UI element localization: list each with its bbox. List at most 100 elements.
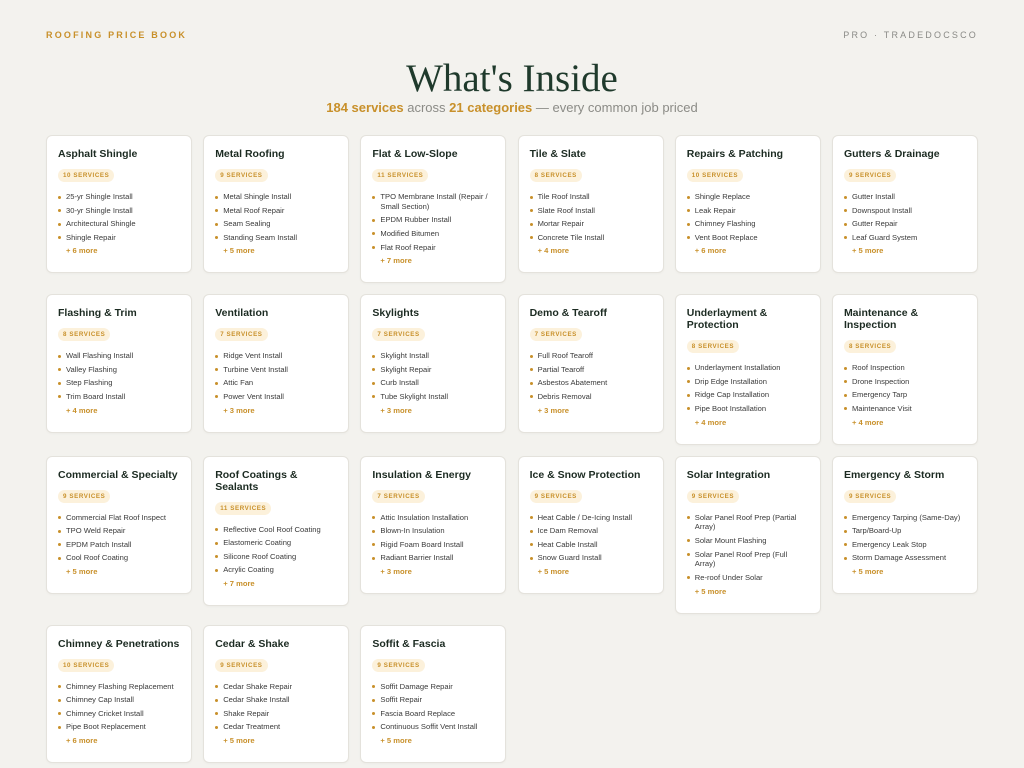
service-item: Emergency Tarping (Same-Day) <box>843 513 966 523</box>
service-item: Emergency Leak Stop <box>843 540 966 550</box>
service-item: Chimney Flashing Replacement <box>58 682 180 692</box>
service-item: Trim Board Install <box>58 392 180 402</box>
service-item: Silicone Roof Coating <box>215 552 337 562</box>
services-badge: 9 SERVICES <box>215 658 268 672</box>
service-list: Roof Inspection Drone Inspection Emergency… <box>843 363 966 414</box>
service-item: Pipe Boot Installation <box>686 404 809 414</box>
service-item: Power Vent Install <box>215 392 337 402</box>
service-item: Tube Skylight Install <box>372 392 494 402</box>
service-list: Soffit Damage Repair Soffit Repair Fascia … <box>372 682 494 733</box>
service-item: Cedar Shake Install <box>215 695 337 705</box>
services-badge: 9 SERVICES <box>58 489 111 503</box>
service-list: Metal Shingle Install Metal Roof Repair Se… <box>215 192 337 243</box>
category-card: Chimney & Penetrations 10 SERVICES Chimney… <box>46 624 192 763</box>
service-item: Solar Mount Flashing <box>686 536 809 546</box>
service-list: Ridge Vent Install Turbine Vent Install At… <box>215 351 337 402</box>
service-item: Heat Cable Install <box>529 540 652 550</box>
more-services-label: + 4 more <box>66 405 98 415</box>
category-title: Emergency & Storm <box>843 468 945 481</box>
service-item: Standing Seam Install <box>215 233 337 243</box>
service-item: Snow Guard Install <box>529 553 652 563</box>
category-card: Ice & Snow Protection 9 SERVICES Heat Cabl… <box>517 455 664 594</box>
service-list: Attic Insulation Installation Blown-In In… <box>372 513 494 564</box>
subtitle-tail: — every common job priced <box>535 100 698 115</box>
service-item: Shingle Replace <box>686 192 809 202</box>
more-services-label: + 4 more <box>537 246 570 256</box>
service-item: Full Roof Tearoff <box>529 351 652 361</box>
service-item: Leak Repair <box>686 206 809 216</box>
service-list: Solar Panel Roof Prep (Partial Array) Sol… <box>686 513 809 583</box>
brand-label: ROOFING PRICE BOOK <box>46 30 188 40</box>
service-item: Pipe Boot Replacement <box>58 722 180 732</box>
service-item: Gutter Install <box>843 192 966 202</box>
more-services-label: + 3 more <box>380 405 412 415</box>
service-list: TPO Membrane Install (Repair / Small Sec… <box>372 192 494 252</box>
service-item: Turbine Vent Install <box>215 365 337 375</box>
categories-count: 21 categories <box>449 100 533 115</box>
service-item: Vent Boot Replace <box>686 233 809 243</box>
service-item: Blown-In Insulation <box>372 526 494 536</box>
category-card: Commercial & Specialty 9 SERVICES Commerci… <box>46 455 192 594</box>
category-title: Ice & Snow Protection <box>529 468 641 481</box>
services-badge: 10 SERVICES <box>58 169 115 182</box>
service-item: Radiant Barrier Install <box>372 553 494 563</box>
category-card: Metal Roofing 9 SERVICES Metal Shingle Ins… <box>203 135 350 274</box>
service-item: Drip Edge Installation <box>686 377 809 387</box>
service-item: Slate Roof Install <box>529 206 652 216</box>
service-item: Cedar Treatment <box>215 722 337 732</box>
category-card: Repairs & Patching 10 SERVICES Shingle Rep… <box>674 135 821 274</box>
service-item: Asbestos Abatement <box>529 378 652 388</box>
service-item: Wall Flashing Install <box>58 351 180 361</box>
category-title: Chimney & Penetrations <box>58 637 180 650</box>
service-list: Tile Roof Install Slate Roof Install Morta… <box>529 192 652 243</box>
more-services-label: + 4 more <box>851 417 884 427</box>
service-item: 30-yr Shingle Install <box>58 206 180 216</box>
service-item: TPO Membrane Install (Repair / Small Sec… <box>372 192 494 212</box>
services-badge: 10 SERVICES <box>686 169 744 182</box>
more-services-label: + 5 more <box>694 586 727 596</box>
category-title: Metal Roofing <box>215 148 285 160</box>
category-card: Flashing & Trim 8 SERVICES Wall Flashing I… <box>46 294 192 433</box>
service-list: Reflective Cool Roof Coating Elastomeric … <box>215 525 337 576</box>
service-item: Cool Roof Coating <box>58 553 180 563</box>
service-list: Skylight Install Skylight Repair Curb Inst… <box>372 351 494 402</box>
services-badge: 8 SERVICES <box>529 169 582 182</box>
services-badge: 10 SERVICES <box>58 658 115 672</box>
services-badge: 7 SERVICES <box>372 489 425 503</box>
service-item: Solar Panel Roof Prep (Full Array) <box>686 550 809 570</box>
category-card: Maintenance & Inspection 8 SERVICES Roof I… <box>831 294 978 445</box>
more-services-label: + 3 more <box>537 405 570 415</box>
category-card: Asphalt Shingle 10 SERVICES 25-yr Shingle … <box>46 135 192 274</box>
service-item: Acrylic Coating <box>215 565 337 575</box>
category-card: Cedar & Shake 9 SERVICES Cedar Shake Repai… <box>203 624 350 763</box>
category-card: Skylights 7 SERVICES Skylight Install Skyli… <box>360 294 507 433</box>
service-item: Attic Fan <box>215 378 337 388</box>
service-list: Chimney Flashing Replacement Chimney Cap … <box>58 682 180 733</box>
service-item: Continuous Soffit Vent Install <box>372 722 494 732</box>
service-item: Chimney Cricket Install <box>58 709 180 719</box>
category-card: Emergency & Storm 9 SERVICES Emergency Tar… <box>831 455 978 594</box>
services-badge: 9 SERVICES <box>372 658 425 672</box>
service-item: Metal Shingle Install <box>215 192 337 202</box>
category-card: Tile & Slate 8 SERVICES Tile Roof Install S… <box>517 135 664 274</box>
category-title: Tile & Slate <box>529 148 586 160</box>
service-item: Underlayment Installation <box>686 363 809 373</box>
service-item: Step Flashing <box>58 378 180 388</box>
service-item: TPO Weld Repair <box>58 526 180 536</box>
service-item: Shingle Repair <box>58 233 180 243</box>
service-item: Gutter Repair <box>843 219 966 229</box>
category-title: Underlayment & Protection <box>686 307 768 332</box>
service-item: Curb Install <box>372 378 494 388</box>
service-item: Shake Repair <box>215 709 337 719</box>
more-services-label: + 6 more <box>694 246 727 256</box>
service-item: Chimney Flashing <box>686 219 809 229</box>
more-services-label: + 7 more <box>380 256 412 266</box>
category-title: Flashing & Trim <box>58 307 137 320</box>
service-item: Drone Inspection <box>843 377 966 387</box>
services-badge: 7 SERVICES <box>372 328 425 342</box>
subtitle-across: across <box>407 100 446 115</box>
more-services-label: + 5 more <box>223 246 255 256</box>
publisher-label: PRO · TRADEDOCSCO <box>843 30 978 40</box>
service-item: Reflective Cool Roof Coating <box>215 525 337 535</box>
category-title: Maintenance & Inspection <box>843 307 919 332</box>
